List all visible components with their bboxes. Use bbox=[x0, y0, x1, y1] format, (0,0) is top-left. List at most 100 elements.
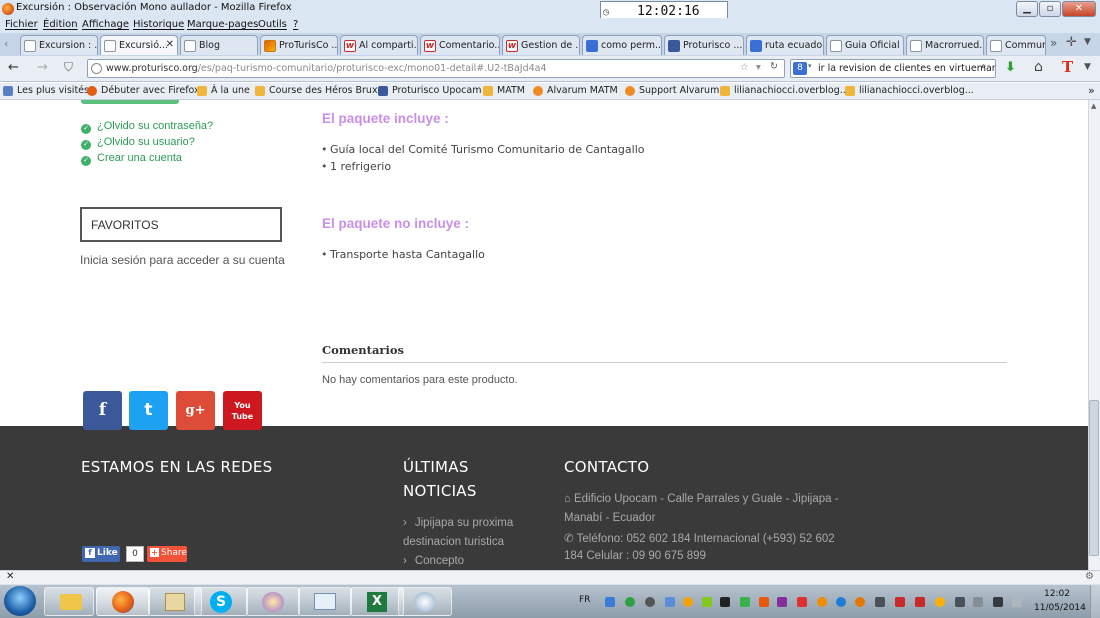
login-button-partial[interactable] bbox=[81, 100, 179, 104]
tray-icon[interactable] bbox=[797, 597, 807, 607]
volume-icon[interactable] bbox=[993, 597, 1003, 607]
toolbar-dropdown-icon[interactable]: ▼ bbox=[1084, 62, 1091, 72]
network-icon[interactable] bbox=[973, 597, 983, 607]
tab[interactable]: ProTurisCo ... bbox=[260, 35, 338, 55]
menu-fichier[interactable]: Fichier bbox=[5, 19, 38, 30]
tab[interactable]: Macrorrued... bbox=[906, 35, 984, 55]
news-item-continued[interactable]: destinacion turistica bbox=[403, 536, 504, 548]
tab-active[interactable]: Excursió... ✕ bbox=[100, 35, 178, 55]
tab[interactable]: Blog bbox=[180, 35, 258, 55]
forward-icon[interactable]: → bbox=[37, 60, 48, 75]
signal-icon[interactable] bbox=[1012, 597, 1022, 607]
tab[interactable]: w Gestion de ... bbox=[502, 35, 580, 55]
menu-affichage[interactable]: Affichage bbox=[82, 19, 129, 30]
scrollbar-thumb[interactable] bbox=[1089, 400, 1099, 556]
bookmark-star-icon[interactable]: ☆ bbox=[740, 62, 749, 73]
bookmark-item[interactable]: lilianachiocci.overblog... bbox=[720, 85, 849, 96]
google-plus-button[interactable]: g+ bbox=[176, 391, 215, 430]
tab-scroll-left-icon[interactable]: ‹ bbox=[4, 37, 8, 50]
share-button[interactable]: + Share bbox=[147, 546, 187, 562]
show-desktop-button[interactable] bbox=[1090, 585, 1100, 618]
search-icon[interactable]: ⌕ bbox=[981, 61, 986, 72]
create-account-link[interactable]: ✓ Crear una cuenta bbox=[81, 152, 182, 166]
download-icon[interactable]: ⬇ bbox=[1005, 60, 1016, 75]
search-engine-dropdown-icon[interactable]: ▾ bbox=[808, 62, 812, 70]
tab[interactable]: w Comentario... bbox=[420, 35, 500, 55]
taskbar-date[interactable]: 11/05/2014 bbox=[1034, 603, 1086, 613]
tray-icon[interactable] bbox=[625, 597, 635, 607]
tray-icon[interactable] bbox=[855, 597, 865, 607]
bookmark-item[interactable]: Proturisco Upocam bbox=[378, 85, 481, 96]
taskbar-time[interactable]: 12:02 bbox=[1044, 589, 1070, 599]
taskbar-explorer[interactable] bbox=[44, 587, 94, 616]
tray-icon[interactable] bbox=[720, 597, 730, 607]
maximize-button[interactable]: ▫ bbox=[1039, 1, 1061, 17]
tab-list-icon[interactable]: ▼ bbox=[1084, 37, 1091, 47]
url-bar[interactable]: www.proturisco.org/es/paq-turismo-comuni… bbox=[87, 59, 785, 78]
taskbar-app[interactable] bbox=[298, 587, 352, 616]
taskbar-firefox[interactable] bbox=[96, 587, 150, 616]
tab[interactable]: como perm... bbox=[582, 35, 662, 55]
taskbar-excel[interactable]: X bbox=[350, 587, 404, 616]
reload-icon[interactable]: ↻ bbox=[770, 61, 778, 72]
tab[interactable]: Guia Oficial ... bbox=[826, 35, 904, 55]
tray-icon[interactable] bbox=[665, 597, 675, 607]
menu-edition[interactable]: Édition bbox=[43, 19, 78, 30]
home-shield-icon[interactable]: ⛉ bbox=[64, 60, 73, 75]
tray-icon[interactable] bbox=[915, 597, 925, 607]
tray-icon[interactable] bbox=[605, 597, 615, 607]
start-button[interactable] bbox=[4, 586, 36, 616]
tray-icon[interactable] bbox=[683, 597, 693, 607]
tab[interactable]: w Al comparti... bbox=[340, 35, 418, 55]
bookmark-item[interactable]: MATM bbox=[483, 85, 525, 96]
bookmarks-overflow-icon[interactable]: » bbox=[1088, 84, 1095, 97]
home-icon[interactable]: ⌂ bbox=[1034, 59, 1043, 75]
tray-icon[interactable] bbox=[740, 597, 750, 607]
bookmark-item[interactable]: Alvarum MATM bbox=[533, 85, 618, 96]
close-button[interactable]: ✕ bbox=[1062, 1, 1096, 17]
tray-icon[interactable] bbox=[702, 597, 712, 607]
tray-icon[interactable] bbox=[875, 597, 885, 607]
minimize-button[interactable]: ▁ bbox=[1016, 1, 1038, 17]
tray-icon[interactable] bbox=[645, 597, 655, 607]
tab[interactable]: Excursion : ... bbox=[20, 35, 98, 55]
tab[interactable]: Proturisco ... bbox=[664, 35, 744, 55]
addon-bar-icon[interactable]: ⚙ bbox=[1085, 571, 1094, 582]
tab[interactable]: ruta ecuado... bbox=[746, 35, 824, 55]
tray-icon[interactable] bbox=[777, 597, 787, 607]
tab-scroll-right-icon[interactable]: » bbox=[1050, 36, 1057, 50]
taskbar-app[interactable] bbox=[398, 587, 452, 616]
fb-like-button[interactable]: f Like bbox=[82, 546, 120, 562]
bookmark-item[interactable]: À la une bbox=[197, 85, 250, 96]
new-tab-icon[interactable]: ✛ bbox=[1066, 35, 1077, 50]
tab[interactable]: Communi... bbox=[986, 35, 1046, 55]
tray-icon[interactable] bbox=[817, 597, 827, 607]
menu-help[interactable]: ? bbox=[293, 19, 298, 30]
menu-marque-pages[interactable]: Marque-pages bbox=[187, 19, 258, 30]
addon-t-icon[interactable]: T bbox=[1062, 58, 1073, 76]
tray-icon[interactable] bbox=[955, 597, 965, 607]
tab-close-icon[interactable]: ✕ bbox=[166, 39, 174, 50]
bookmark-item[interactable]: Course des Héros Brux... bbox=[255, 85, 387, 96]
close-findbar-icon[interactable]: ✕ bbox=[6, 571, 14, 582]
bookmark-item[interactable]: Débuter avec Firefox bbox=[87, 85, 200, 96]
url-dropdown-icon[interactable]: ▾ bbox=[756, 62, 761, 73]
search-input[interactable]: 8 ▾ ir la revision de clientes en virtue… bbox=[790, 59, 996, 78]
bookmark-item[interactable]: Les plus visités bbox=[3, 85, 89, 96]
forgot-username-link[interactable]: ✓ ¿Olvido su usuario? bbox=[81, 136, 195, 150]
back-icon[interactable]: ← bbox=[8, 60, 19, 75]
taskbar-app[interactable] bbox=[246, 587, 300, 616]
forgot-password-link[interactable]: ✓ ¿Olvido su contraseña? bbox=[81, 120, 213, 134]
tray-icon[interactable] bbox=[895, 597, 905, 607]
twitter-button[interactable]: t bbox=[129, 391, 168, 430]
news-item[interactable]: › Concepto bbox=[403, 555, 464, 567]
taskbar-skype[interactable]: S bbox=[194, 587, 248, 616]
tray-icon[interactable] bbox=[759, 597, 769, 607]
language-indicator[interactable]: FR bbox=[579, 595, 590, 605]
tray-icon[interactable] bbox=[935, 597, 945, 607]
menu-outils[interactable]: Outils bbox=[258, 19, 287, 30]
menu-historique[interactable]: Historique bbox=[133, 19, 184, 30]
facebook-button[interactable]: f bbox=[83, 391, 122, 430]
scroll-up-icon[interactable]: ▲ bbox=[1091, 102, 1096, 110]
news-item[interactable]: › Jipijapa su proxima bbox=[403, 517, 513, 529]
